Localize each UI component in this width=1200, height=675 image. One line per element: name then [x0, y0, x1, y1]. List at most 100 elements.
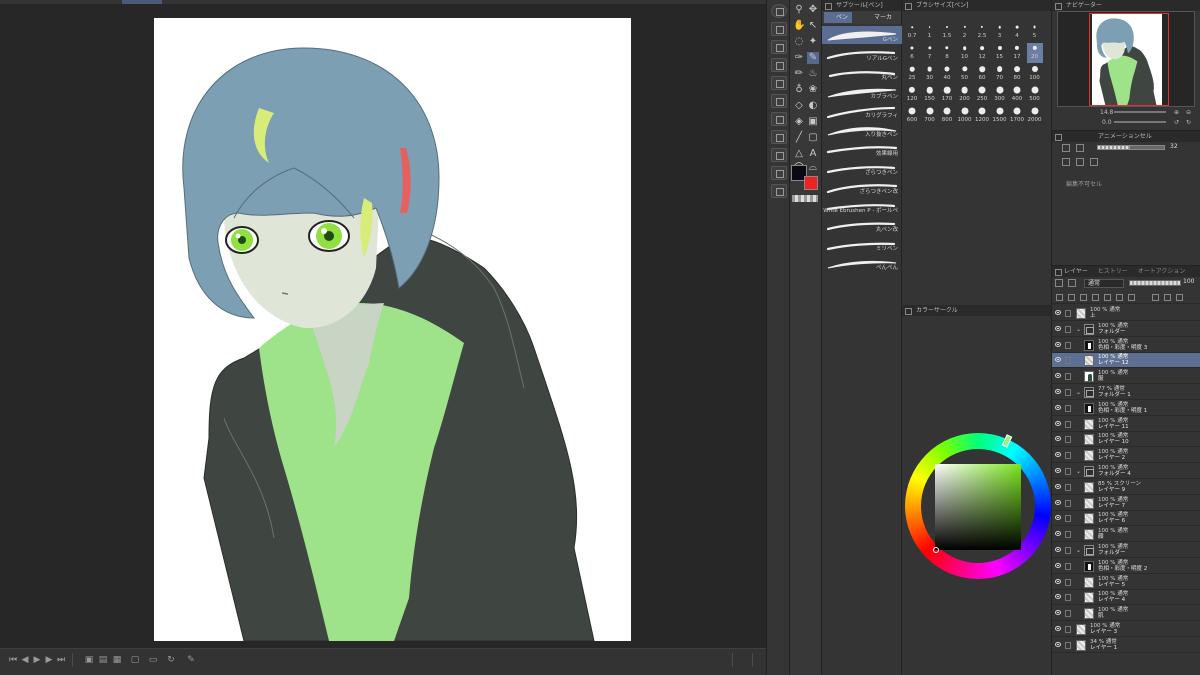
layer-row[interactable]: 100 % 通常 レイヤー 7	[1052, 496, 1200, 511]
layer-folder-row[interactable]: ⌄ 77 % 通常 フォルダー 1	[1052, 385, 1200, 400]
saturation-value-square[interactable]	[935, 464, 1021, 550]
brush-size-cell[interactable]: 0.7	[904, 22, 920, 42]
brush-size-cell[interactable]: 1200	[974, 106, 990, 126]
tab-layer[interactable]: レイヤー	[1064, 268, 1088, 275]
canvas-paper[interactable]	[154, 18, 631, 641]
rotate-right-icon[interactable]: ↻	[1186, 118, 1191, 127]
brush-item[interactable]: カブラペン	[822, 83, 902, 101]
play-icon[interactable]: ▶	[32, 655, 42, 665]
visibility-eye-icon[interactable]	[1055, 468, 1061, 473]
brush-size-cell[interactable]: 5	[1027, 22, 1043, 42]
line-icon[interactable]: ╱	[793, 132, 805, 144]
layer-row[interactable]: 100 % 通常 色相・彩度・明度 2	[1052, 559, 1200, 574]
layer-row[interactable]: 100 % 通常 レイヤー 11	[1052, 417, 1200, 432]
cel-prev-icon[interactable]	[1062, 158, 1070, 166]
visibility-eye-icon[interactable]	[1055, 547, 1061, 552]
tab-marker[interactable]: マーカー	[862, 12, 901, 32]
visibility-eye-icon[interactable]	[1055, 341, 1061, 347]
layer-folder-row[interactable]: ⌄ 100 % 通常 フォルダー	[1052, 543, 1200, 558]
tab-pen[interactable]: ペン	[824, 12, 853, 23]
navigator-preview[interactable]	[1057, 11, 1195, 107]
layer-row[interactable]: 100 % 通常 レイヤー 3	[1052, 622, 1200, 637]
brush-size-cell[interactable]: 70	[992, 64, 1008, 84]
cel-next-icon[interactable]	[1076, 158, 1084, 166]
brush-size-cell[interactable]: 250	[974, 85, 990, 105]
hue-ring[interactable]	[905, 433, 1051, 579]
brush-size-cell[interactable]: 150	[922, 85, 938, 105]
new-vector-layer-icon[interactable]	[1068, 294, 1075, 301]
layer-lock-icon[interactable]	[1065, 547, 1071, 554]
transparent-color-swatch[interactable]	[792, 195, 818, 202]
layer-lock-icon[interactable]	[1065, 436, 1071, 444]
rotation-slider[interactable]	[1114, 121, 1166, 123]
transform-icon[interactable]	[771, 148, 787, 162]
folder-toggle-icon[interactable]: ⌄	[1076, 326, 1081, 333]
lock-icon[interactable]	[1116, 294, 1123, 301]
visibility-eye-icon[interactable]	[1055, 357, 1061, 363]
brush-size-cell[interactable]: 20	[1026, 43, 1043, 63]
document-tab[interactable]	[122, 0, 162, 4]
layer-folder-row[interactable]: ⌄ 100 % 通常 フォルダー 4	[1052, 464, 1200, 479]
ruler-icon[interactable]: △	[793, 148, 805, 160]
next-frame-icon[interactable]: ▶	[44, 655, 54, 665]
redo-icon[interactable]	[771, 112, 787, 126]
visibility-eye-icon[interactable]	[1055, 325, 1061, 331]
close-icon[interactable]	[771, 58, 787, 72]
brush-size-cell[interactable]: 600	[904, 106, 920, 126]
zoom-out-icon[interactable]: ⊖	[1186, 108, 1191, 117]
sv-cursor[interactable]	[933, 547, 939, 553]
new-raster-layer-icon[interactable]	[1056, 294, 1063, 301]
visibility-eye-icon[interactable]	[1055, 610, 1061, 616]
layer-row[interactable]: 100 % 通常服	[1052, 369, 1200, 385]
search-icon[interactable]	[771, 4, 787, 18]
navigator-view-frame[interactable]	[1089, 13, 1169, 106]
layer-row[interactable]: 100 % 通常 レイヤー 12	[1052, 353, 1200, 369]
brush-item[interactable]: 丸ペン改	[822, 216, 902, 234]
first-frame-icon[interactable]: ⏮	[8, 655, 18, 665]
brush-size-cell[interactable]: 60	[974, 64, 990, 84]
layer-lock-icon[interactable]	[1065, 468, 1071, 475]
undo-icon[interactable]	[771, 94, 787, 108]
tab-history[interactable]: ヒストリー	[1098, 268, 1128, 275]
last-frame-icon[interactable]: ⏭	[56, 655, 66, 665]
layer-lock-icon[interactable]	[1065, 562, 1071, 570]
visibility-eye-icon[interactable]	[1055, 562, 1061, 568]
lasso-select-icon[interactable]: ◌	[793, 36, 805, 48]
brush-item[interactable]: 入り抜きペン	[822, 121, 902, 139]
brush-size-cell[interactable]: 500	[1027, 85, 1043, 105]
zoom-slider[interactable]	[1114, 111, 1166, 113]
layer-row[interactable]: 100 % 通常 レイヤー 10	[1052, 432, 1200, 448]
cel-new-icon[interactable]	[1076, 144, 1084, 152]
brush-size-cell[interactable]: 30	[922, 64, 938, 84]
correct-line-icon[interactable]: ⌓	[807, 162, 819, 174]
brush-size-cell[interactable]: 80	[1009, 64, 1025, 84]
visibility-eye-icon[interactable]	[1055, 389, 1061, 394]
edit-icon[interactable]: ✎	[186, 655, 196, 665]
visibility-eye-icon[interactable]	[1055, 436, 1061, 442]
layer-mask-icon[interactable]	[1068, 279, 1076, 287]
cel-icon[interactable]: ▢	[130, 655, 140, 665]
visibility-eye-icon[interactable]	[1055, 515, 1061, 521]
light-table-icon[interactable]: ▦	[112, 655, 122, 665]
hue-cursor[interactable]	[1001, 434, 1013, 448]
brush-item[interactable]: ミリペン	[822, 235, 902, 253]
fill-icon[interactable]: ◈	[793, 116, 805, 128]
brush-size-cell[interactable]: 800	[939, 106, 955, 126]
auto-select-icon[interactable]: ✦	[807, 36, 819, 48]
brush-size-cell[interactable]: 8	[939, 43, 955, 63]
new-folder-icon[interactable]	[1080, 294, 1087, 301]
layer-row[interactable]: 85 % スクリーン レイヤー 9	[1052, 480, 1200, 495]
brush-item[interactable]: ざらつきペン	[822, 159, 902, 177]
layer-lock-icon[interactable]	[1065, 404, 1071, 412]
tab-auto-action[interactable]: オートアクション	[1138, 268, 1186, 275]
clear-icon[interactable]	[771, 130, 787, 144]
brush-size-cell[interactable]: 2.5	[974, 22, 990, 42]
visibility-eye-icon[interactable]	[1055, 531, 1061, 537]
brush-size-cell[interactable]: 15	[992, 43, 1008, 63]
reference-icon[interactable]	[1104, 294, 1111, 301]
brush-size-cell[interactable]: 1.5	[939, 22, 955, 42]
pencil-icon[interactable]: ✏	[793, 68, 805, 80]
brush-size-cell[interactable]: 700	[922, 106, 938, 126]
brush-size-cell[interactable]: 200	[957, 85, 973, 105]
mask-icon[interactable]	[1128, 294, 1135, 301]
